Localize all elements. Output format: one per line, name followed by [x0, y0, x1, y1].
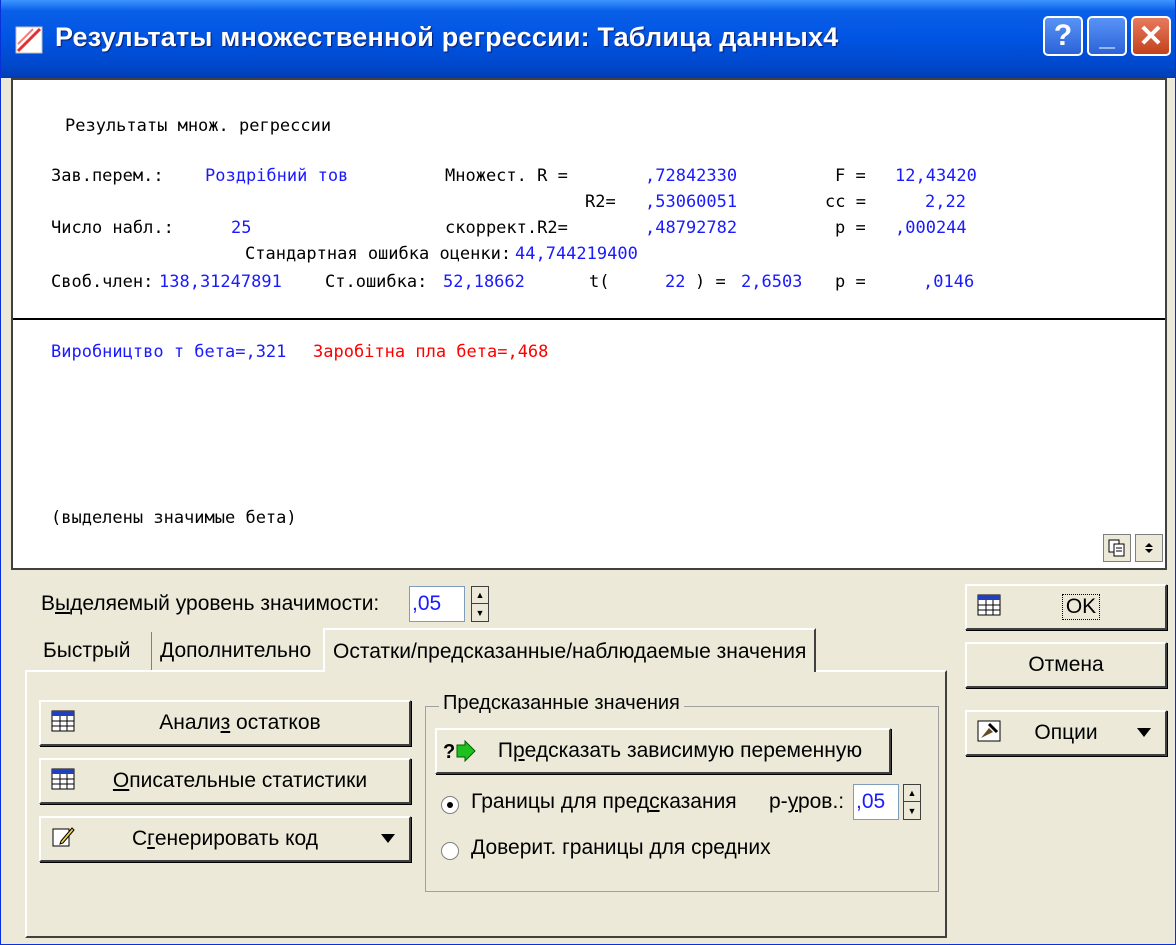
st-err-value: 52,18662 [443, 272, 525, 292]
collapse-icon[interactable] [1135, 534, 1163, 562]
r2-value: ,53060051 [645, 192, 738, 212]
significance-spinner[interactable]: ▲ ▼ [471, 586, 489, 622]
help-button[interactable]: ? [1043, 16, 1083, 56]
se-value: 44,744219400 [515, 244, 638, 264]
edit-code-icon [52, 827, 75, 847]
generate-code-button[interactable]: Сг енерировать код [39, 816, 411, 862]
p-level-spinner[interactable]: ▲ ▼ [903, 784, 921, 820]
cancel-label: Отмена [1028, 653, 1104, 676]
spin-down-icon[interactable]: ▼ [472, 604, 488, 621]
table-icon [51, 768, 75, 790]
tab-advanced[interactable]: Дополнительно [151, 632, 319, 670]
p-level-input[interactable]: ,05 [853, 784, 899, 820]
confidence-limits-label: Доверит. границы для средних [471, 836, 771, 859]
p2-value: ,0146 [923, 272, 975, 292]
residual-analysis-button[interactable]: Анали з остатков [39, 700, 411, 746]
descriptive-stats-button[interactable]: Описательные статистики [39, 758, 411, 804]
dropdown-arrow-icon [381, 834, 395, 843]
ok-label: OK [1007, 586, 1155, 628]
t-label: t( [589, 272, 610, 292]
close-button[interactable]: ✕ [1131, 16, 1171, 56]
cc-value: 2,22 [925, 192, 966, 212]
adj-r2-value: ,48792782 [645, 218, 738, 238]
f-label: F = [835, 166, 866, 186]
window-title: Результаты множественной регрессии: Табл… [55, 22, 839, 52]
table-icon [51, 710, 75, 732]
t-eq: ) = [695, 272, 726, 292]
r2-label: R2= [585, 192, 616, 212]
spin-down-icon[interactable]: ▼ [904, 802, 920, 819]
table-icon [977, 594, 1001, 616]
tab-residuals[interactable]: Остатки/предсказанные/наблюдаемые значен… [323, 628, 817, 672]
title-bar[interactable]: Результаты множественной регрессии: Табл… [1, 0, 1175, 78]
copy-icon[interactable] [1103, 534, 1131, 562]
dep-var-value: Роздрібний тов [205, 166, 349, 186]
predict-dependent-button[interactable]: ? Пр едсказать зависимую переменную [435, 728, 891, 774]
options-icon [977, 720, 1001, 742]
significance-label: Выделяемый уровень значимости: [41, 592, 380, 615]
beta-1: Виробництво т бета=,321 [51, 342, 287, 362]
st-err-label: Ст.ошибка: [325, 272, 428, 292]
ok-button[interactable]: OK [965, 584, 1167, 630]
results-heading: Результаты множ. регрессии [65, 116, 332, 136]
spin-up-icon[interactable]: ▲ [472, 587, 488, 604]
footnote: (выделены значимые бета) [51, 508, 297, 528]
t-value: 2,6503 [741, 272, 803, 292]
n-label: Число набл.: [51, 218, 174, 238]
se-label: Стандартная ошибка оценки: [245, 244, 512, 264]
cancel-button[interactable]: Отмена [965, 642, 1167, 688]
generate-code-label: Сг енерировать код [132, 827, 318, 850]
confidence-limits-radio[interactable] [441, 842, 459, 860]
results-separator [13, 318, 1165, 320]
predict-dependent-label: Пр едсказать зависимую переменную [497, 739, 863, 762]
mult-r-value: ,72842330 [645, 166, 738, 186]
prediction-limits-label: Границы для предсказания [471, 790, 737, 813]
p2-label: p = [835, 272, 866, 292]
predict-arrow-icon: ? [443, 740, 476, 762]
cc-label: cc = [825, 192, 866, 212]
options-button[interactable]: Опции [965, 710, 1167, 756]
n-value: 25 [231, 218, 252, 238]
descriptive-stats-label: Описательные статистики [112, 769, 368, 792]
f-value: 12,43420 [895, 166, 977, 186]
significance-input[interactable]: ,05 [409, 586, 465, 622]
intercept-value: 138,31247891 [159, 272, 282, 292]
svg-text:?: ? [443, 741, 455, 762]
p-value: ,000244 [895, 218, 967, 238]
chart-app-icon [15, 26, 43, 54]
options-label: Опции [1034, 721, 1098, 744]
predicted-values-title: Предсказанные значения [439, 692, 684, 715]
residual-analysis-label: Анали з остатков [159, 711, 321, 734]
results-output-panel[interactable]: Результаты множ. регрессии Зав.перем.: Р… [11, 78, 1167, 570]
prediction-limits-radio[interactable] [441, 796, 459, 814]
beta-2: Заробітна пла бета=,468 [313, 342, 549, 362]
minimize-button[interactable]: _ [1087, 16, 1127, 56]
dropdown-arrow-icon [1137, 728, 1151, 737]
adj-r2-label: скоррект.R2= [445, 218, 568, 238]
intercept-label: Своб.член: [51, 272, 154, 292]
tab-quick[interactable]: Быстрый [35, 632, 139, 670]
p-label: p = [835, 218, 866, 238]
dep-var-label: Зав.перем.: [51, 166, 164, 186]
p-level-label: p-уров.: [769, 790, 845, 813]
regression-results-window: Результаты множественной регрессии: Табл… [0, 0, 1176, 945]
mult-r-label: Множест. R = [445, 166, 568, 186]
t-df: 22 [665, 272, 686, 292]
spin-up-icon[interactable]: ▲ [904, 785, 920, 802]
